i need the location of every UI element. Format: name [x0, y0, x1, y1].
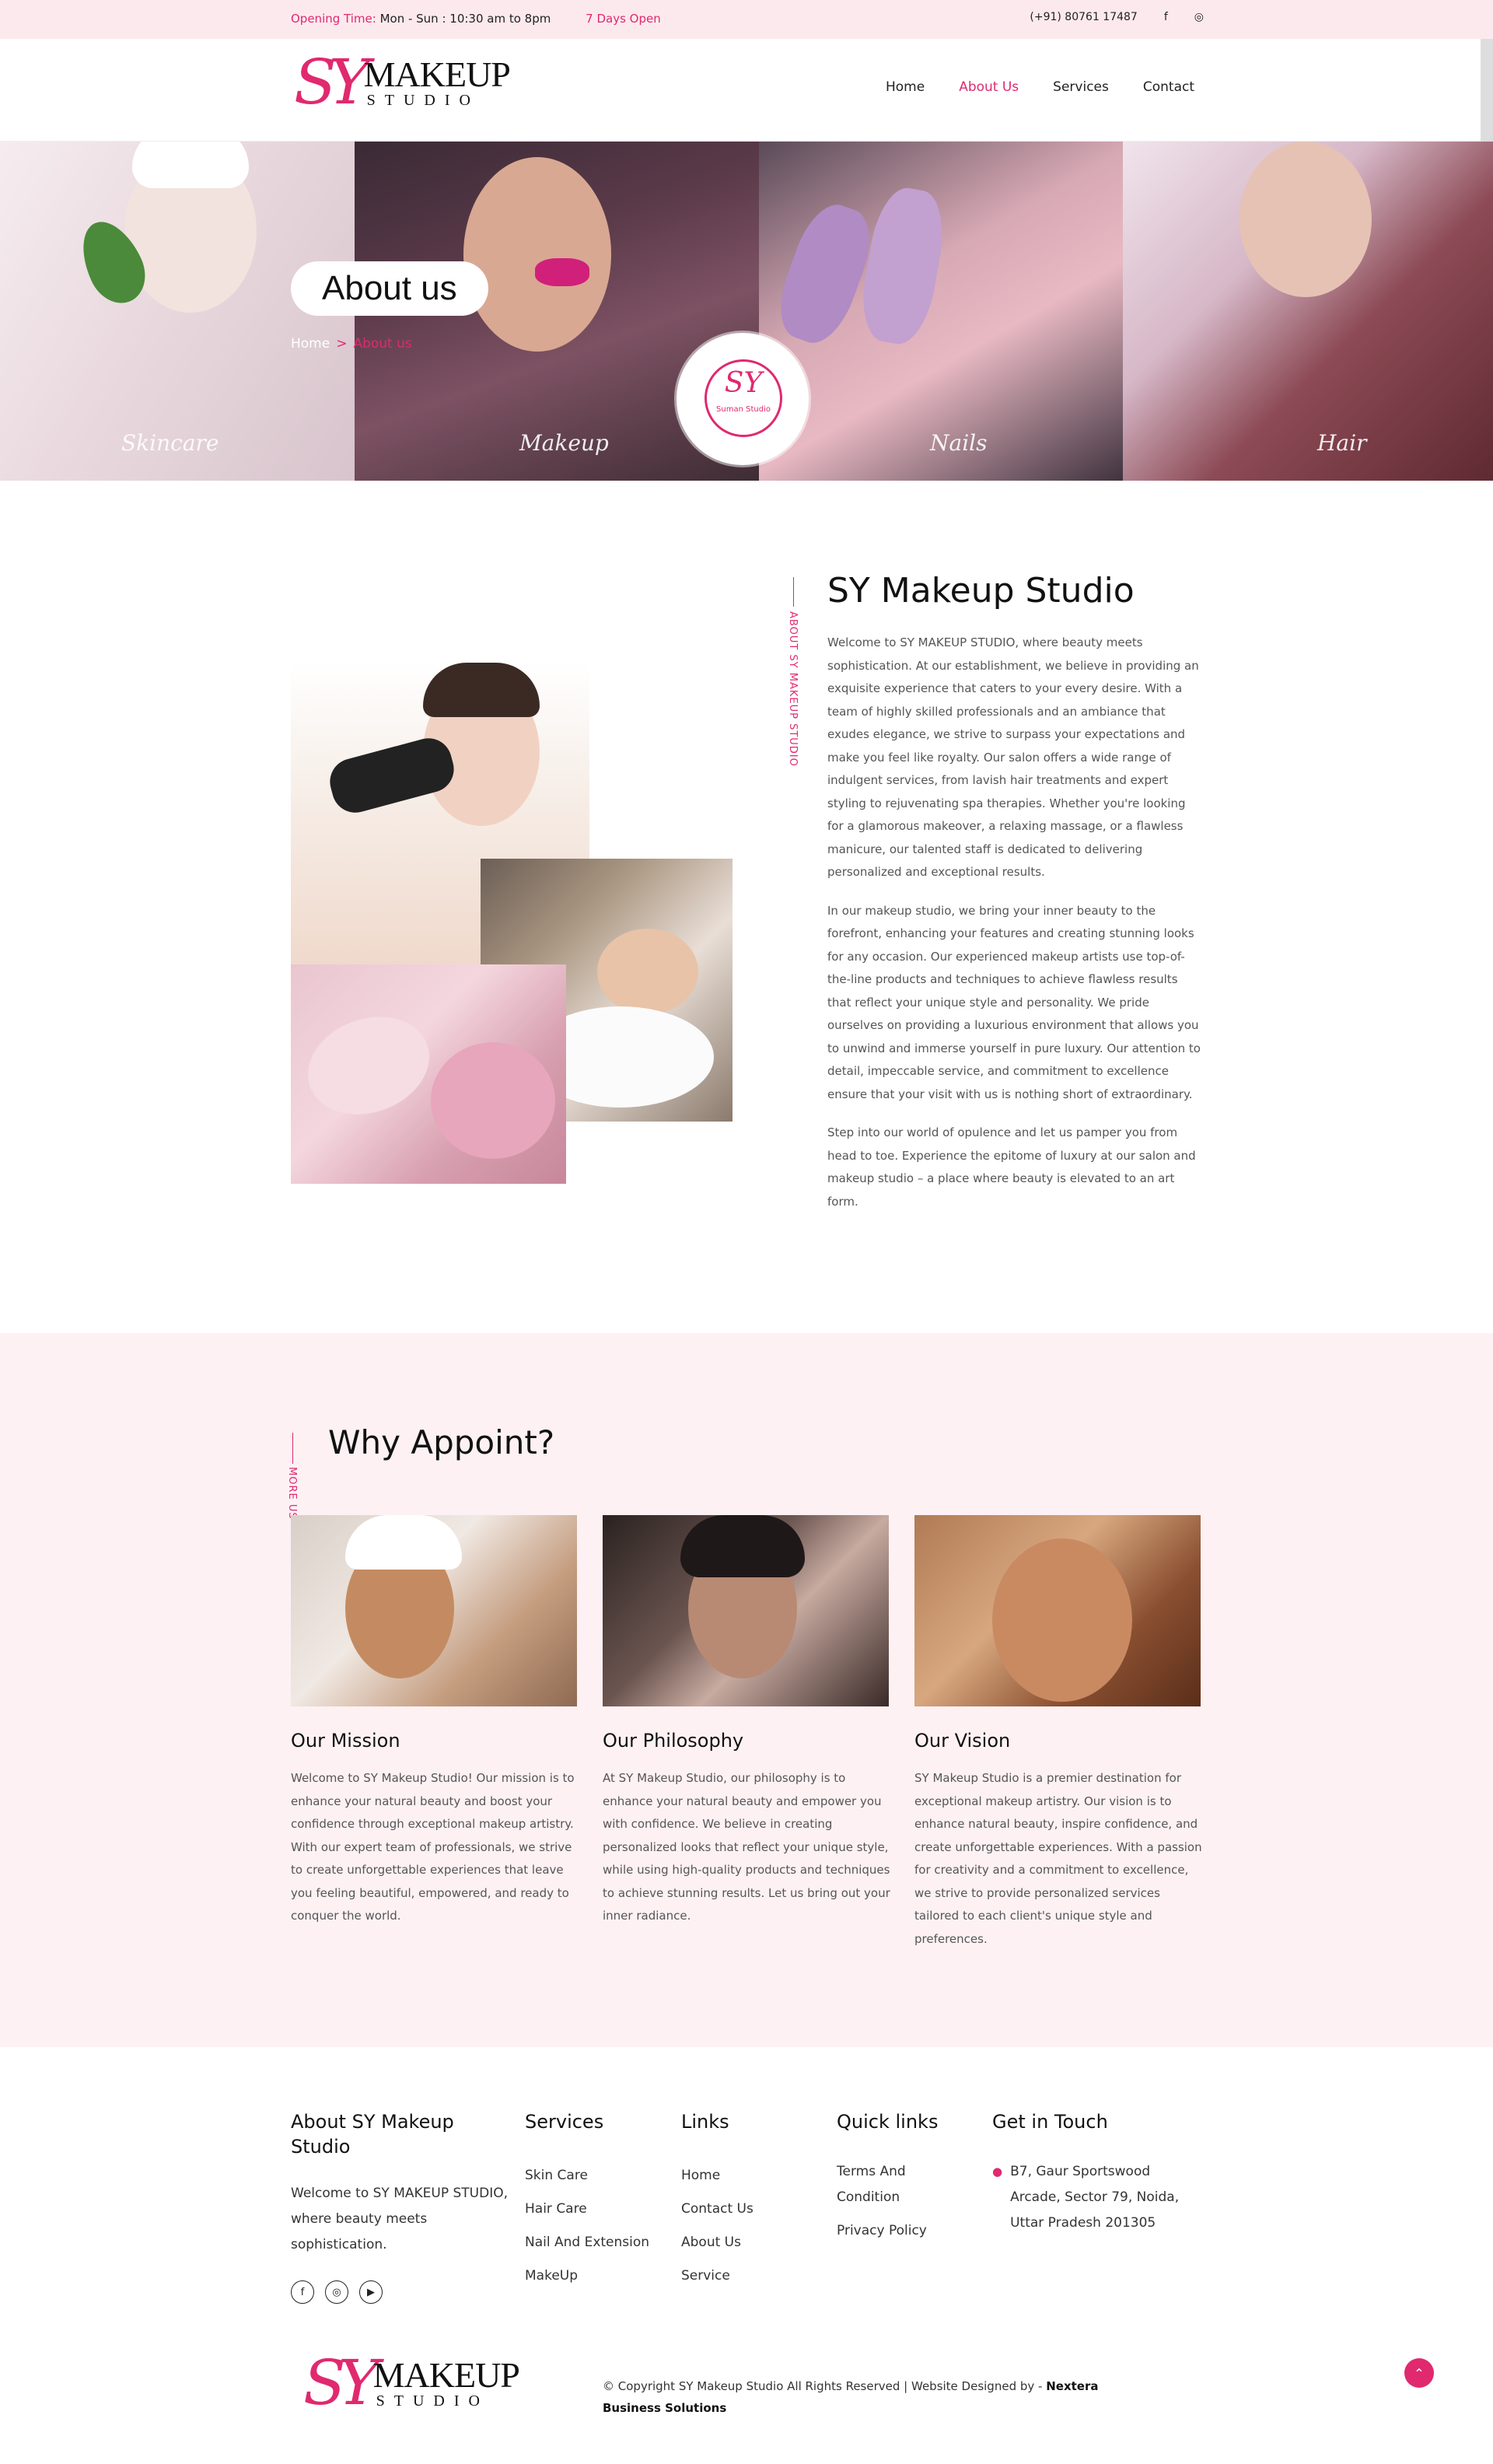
mission-text: Welcome to SY Makeup Studio! Our mission… [291, 1771, 575, 1923]
hero-panel-hair: Hair [1123, 142, 1493, 481]
facebook-icon[interactable]: f [291, 2280, 314, 2304]
footer-logo-monogram: SY [303, 2347, 379, 2419]
about-paragraph: In our makeup studio, we bring your inne… [827, 903, 1201, 1101]
footer-logo-name: MAKEUP [372, 2355, 520, 2395]
hero-caption-makeup: Makeup [519, 430, 609, 456]
days-open: 7 Days Open [586, 12, 661, 26]
instagram-icon[interactable]: ◎ [1194, 11, 1204, 23]
footer-link-service[interactable]: Service [681, 2259, 753, 2293]
youtube-icon[interactable]: ▶ [359, 2280, 383, 2304]
footer-logo[interactable]: SY MAKEUP STUDIO [303, 2347, 520, 2419]
footer-services-title: Services [525, 2111, 604, 2133]
footer-about-title: About SY Makeup Studio [291, 2111, 454, 2158]
main-nav: Home About Us Services Contact [886, 79, 1194, 95]
footer-link-about[interactable]: About Us [681, 2226, 753, 2259]
about-image-nails [291, 964, 566, 1184]
why-divider [292, 1433, 293, 1464]
footer-link-nail-extension[interactable]: Nail And Extension [525, 2226, 649, 2259]
philosophy-image [603, 1515, 889, 1706]
footer-social: f ◎ ▶ [291, 2280, 383, 2304]
footer-contact-title: Get in Touch [992, 2111, 1108, 2133]
facebook-icon[interactable]: f [1164, 11, 1168, 23]
footer-services-list: Skin Care Hair Care Nail And Extension M… [525, 2159, 649, 2293]
vision-title: Our Vision [914, 1730, 1011, 1752]
hero-caption-nails: Nails [930, 430, 988, 456]
copyright: © Copyright SY Makeup Studio All Rights … [603, 2375, 1147, 2419]
vision-image [914, 1515, 1201, 1706]
about-paragraph: Welcome to SY MAKEUP STUDIO, where beaut… [827, 635, 1199, 879]
page-title: About us [291, 261, 488, 316]
phone-number[interactable]: (+91) 80761 17487 [1030, 11, 1137, 23]
logo-monogram: SY [294, 46, 370, 118]
about-paragraph: Step into our world of opulence and let … [827, 1125, 1196, 1209]
footer-about-text: Welcome to SY MAKEUP STUDIO, where beaut… [291, 2186, 509, 2252]
site-header: SY MAKEUP STUDIO Home About Us Services … [0, 39, 1493, 142]
vision-text: SY Makeup Studio is a premier destinatio… [914, 1771, 1202, 1946]
copyright-text: © Copyright SY Makeup Studio All Rights … [603, 2379, 1047, 2393]
about-vertical-label: ABOUT SY MAKEUP STUDIO [787, 611, 799, 767]
footer-address: ● B7, Gaur Sportswood Arcade, Sector 79,… [992, 2159, 1194, 2236]
back-to-top-button[interactable]: ⌃ [1404, 2358, 1434, 2388]
footer-link-home[interactable]: Home [681, 2159, 753, 2193]
footer-link-privacy[interactable]: Privacy Policy [837, 2218, 953, 2244]
about-title: SY Makeup Studio [827, 571, 1135, 611]
about-body: Welcome to SY MAKEUP STUDIO, where beaut… [827, 632, 1202, 1229]
opening-label: Opening Time: [291, 12, 376, 26]
footer-link-hair-care[interactable]: Hair Care [525, 2193, 649, 2226]
about-divider [793, 577, 794, 607]
nav-home[interactable]: Home [886, 79, 925, 95]
why-vertical-label: MORE US [286, 1467, 298, 1520]
breadcrumb-home[interactable]: Home [291, 336, 330, 352]
footer-link-skin-care[interactable]: Skin Care [525, 2159, 649, 2193]
chevron-up-icon: ⌃ [1414, 2365, 1425, 2381]
brand-logo[interactable]: SY MAKEUP STUDIO [294, 46, 511, 118]
badge-monogram: SY [724, 367, 763, 399]
location-pin-icon: ● [992, 2165, 1003, 2179]
breadcrumb-separator: > [336, 336, 348, 352]
breadcrumb: Home > About us [291, 336, 412, 352]
philosophy-title: Our Philosophy [603, 1730, 744, 1752]
opening-hours: Opening Time: Mon - Sun : 10:30 am to 8p… [291, 12, 661, 26]
footer-link-terms[interactable]: Terms And Condition [837, 2159, 953, 2210]
top-info-bar: Opening Time: Mon - Sun : 10:30 am to 8p… [0, 0, 1493, 39]
footer-link-contact[interactable]: Contact Us [681, 2193, 753, 2226]
footer-links-title: Links [681, 2111, 729, 2133]
footer-links-list: Home Contact Us About Us Service [681, 2159, 753, 2293]
mission-image [291, 1515, 577, 1706]
hero-caption-skincare: Skincare [121, 430, 219, 456]
mission-title: Our Mission [291, 1730, 400, 1752]
hero-panel-nails: Nails [759, 142, 1123, 481]
footer-link-makeup[interactable]: MakeUp [525, 2259, 649, 2293]
footer-logo-subname: STUDIO [376, 2392, 489, 2410]
footer-quick-list: Terms And Condition Privacy Policy [837, 2159, 953, 2244]
studio-badge: SY Suman Studio [677, 333, 809, 465]
instagram-icon[interactable]: ◎ [325, 2280, 348, 2304]
hero-caption-hair: Hair [1317, 430, 1367, 456]
badge-text: Suman Studio [716, 405, 771, 414]
breadcrumb-current: About us [353, 336, 412, 352]
logo-subname: STUDIO [366, 92, 480, 109]
logo-name: MAKEUP [363, 54, 511, 94]
opening-hours-value: Mon - Sun : 10:30 am to 8pm [379, 12, 551, 26]
footer-quick-title: Quick links [837, 2111, 939, 2133]
scrollbar[interactable] [1481, 39, 1493, 142]
hero-panel-skincare: Skincare [0, 142, 355, 481]
philosophy-text: At SY Makeup Studio, our philosophy is t… [603, 1771, 890, 1923]
nav-about-us[interactable]: About Us [959, 79, 1019, 95]
address-text: B7, Gaur Sportswood Arcade, Sector 79, N… [1010, 2164, 1180, 2231]
why-title: Why Appoint? [328, 1423, 555, 1461]
nav-contact[interactable]: Contact [1143, 79, 1194, 95]
nav-services[interactable]: Services [1053, 79, 1109, 95]
